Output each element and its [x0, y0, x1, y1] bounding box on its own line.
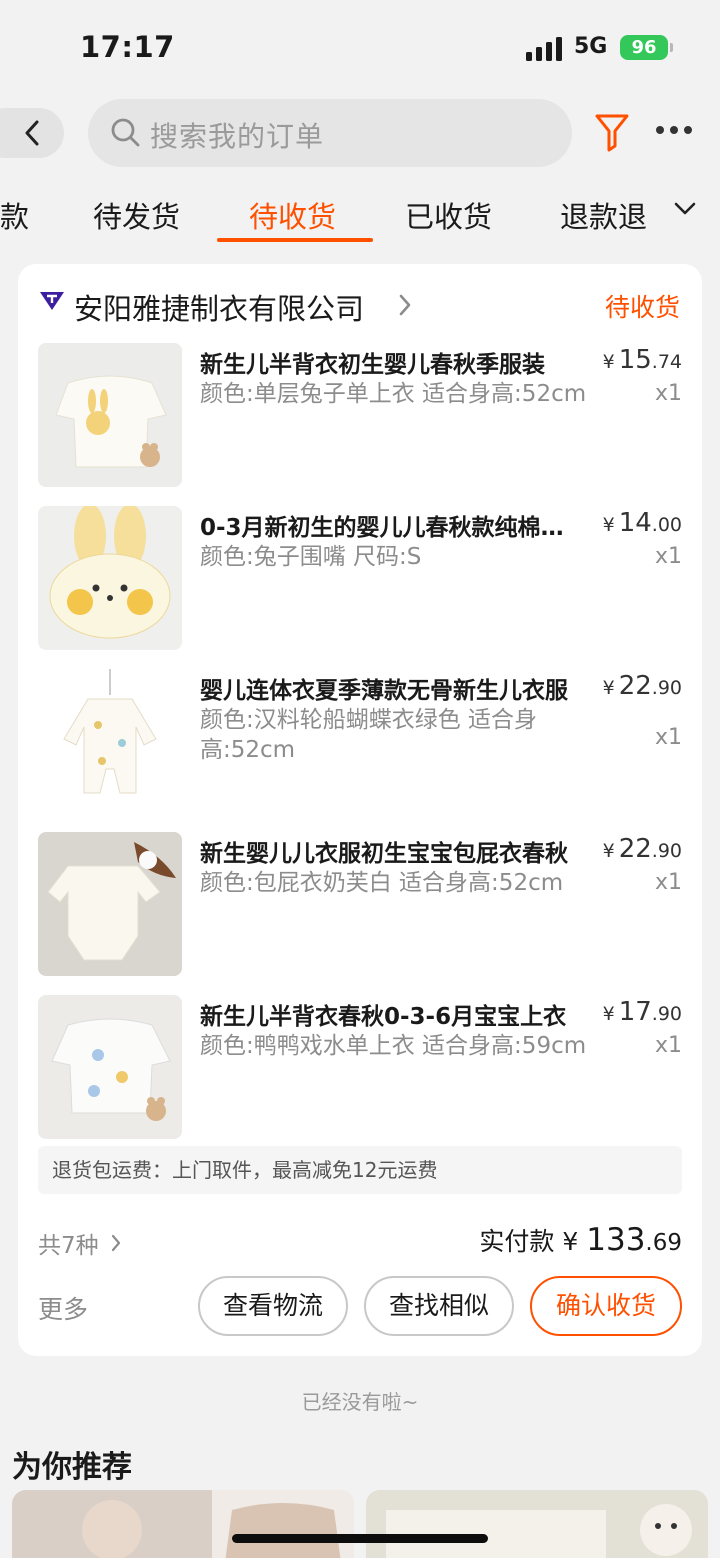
tab-refund-partial[interactable]: 款: [0, 194, 29, 236]
order-item[interactable]: 新生儿半背衣初生婴儿春秋季服装 颜色:单层兔子单上衣 适合身高:52cm ¥15…: [38, 343, 682, 488]
more-options-icon[interactable]: [656, 126, 692, 136]
tab-received[interactable]: 已收货: [405, 194, 492, 236]
shop-logo-icon: [40, 292, 64, 310]
product-title: 0-3月新初生的婴儿儿春秋款纯棉口水巾: [200, 515, 572, 541]
chevron-left-icon: [25, 120, 39, 146]
signal-icon: [526, 37, 562, 61]
product-image: [38, 669, 182, 813]
more-actions-link[interactable]: 更多: [38, 1290, 88, 1326]
confirm-receipt-button[interactable]: 确认收货: [530, 1276, 682, 1336]
battery-icon: 96: [620, 35, 668, 60]
back-button[interactable]: [0, 108, 64, 158]
product-spec: 颜色:鸭鸭戏水单上衣 适合身高:59cm: [200, 1033, 587, 1059]
find-similar-button[interactable]: 查找相似: [364, 1276, 514, 1336]
search-icon: [111, 118, 140, 147]
search-input[interactable]: 搜索我的订单: [88, 99, 572, 167]
product-title: 新生婴儿儿衣服初生宝宝包屁衣春秋: [200, 841, 568, 867]
active-tab-indicator: [217, 238, 373, 242]
product-image: [38, 832, 182, 976]
product-image: [12, 1490, 354, 1558]
product-image: [38, 506, 182, 650]
product-price: ¥22.90: [602, 671, 682, 701]
recommend-title: 为你推荐: [12, 1450, 132, 1485]
order-item[interactable]: 新生儿半背衣春秋0-3-6月宝宝上衣 颜色:鸭鸭戏水单上衣 适合身高:59cm …: [38, 995, 682, 1140]
order-tabs: 款 待发货 待收货 已收货 退款退: [0, 182, 720, 244]
product-title: 新生儿半背衣春秋0-3-6月宝宝上衣: [200, 1004, 567, 1030]
product-title: 新生儿半背衣初生婴儿春秋季服装: [200, 352, 545, 378]
product-quantity: x1: [654, 381, 682, 406]
product-price: ¥22.90: [602, 834, 682, 864]
battery-tip: [670, 43, 673, 52]
order-item[interactable]: 婴儿连体衣夏季薄款无骨新生儿衣服 颜色:汉料轮船蝴蝶衣绿色 适合身高:52cm …: [38, 669, 682, 814]
status-time: 17:17: [80, 30, 175, 64]
product-title: 婴儿连体衣夏季薄款无骨新生儿衣服: [200, 678, 568, 704]
kind-count[interactable]: 共7种: [38, 1226, 99, 1260]
product-spec: 颜色:汉料轮船蝴蝶衣绿色 适合身高:52cm: [200, 707, 538, 763]
product-spec: 颜色:兔子围嘴 尺码:S: [200, 544, 422, 570]
home-indicator: [232, 1534, 488, 1543]
product-spec: 颜色:包屁衣奶芙白 适合身高:52cm: [200, 870, 564, 896]
tab-pending-shipment[interactable]: 待发货: [93, 194, 180, 236]
chevron-right-icon[interactable]: [398, 294, 412, 316]
product-image: [38, 343, 182, 487]
product-quantity: x1: [654, 1033, 682, 1058]
search-placeholder: 搜索我的订单: [150, 120, 325, 153]
order-item[interactable]: 新生婴儿儿衣服初生宝宝包屁衣春秋 颜色:包屁衣奶芙白 适合身高:52cm ¥22…: [38, 832, 682, 977]
product-spec: 颜色:单层兔子单上衣 适合身高:52cm: [200, 381, 587, 407]
product-image: [366, 1490, 708, 1558]
product-quantity: x1: [654, 725, 682, 750]
view-logistics-button[interactable]: 查看物流: [198, 1276, 348, 1336]
chevron-right-icon: [111, 1234, 121, 1252]
order-item[interactable]: 0-3月新初生的婴儿儿春秋款纯棉口水巾 颜色:兔子围嘴 尺码:S ¥14.00 …: [38, 506, 682, 651]
order-card: 安阳雅捷制衣有限公司 待收货 新生儿半背衣初生婴儿春秋季服装 颜色:单层兔子单上…: [18, 264, 702, 1356]
product-price: ¥17.90: [602, 997, 682, 1027]
product-quantity: x1: [654, 544, 682, 569]
shop-name[interactable]: 安阳雅捷制衣有限公司: [74, 286, 364, 328]
product-price: ¥15.74: [602, 345, 682, 375]
chevron-down-icon[interactable]: [674, 202, 696, 216]
tab-refund[interactable]: 退款退: [560, 194, 647, 236]
recommend-card[interactable]: [12, 1490, 354, 1558]
total-paid: 实付款 ¥ 133.69: [479, 1222, 682, 1258]
return-shipping-note: 退货包运费：上门取件，最高减免12元运费: [38, 1146, 682, 1194]
tab-pending-receipt[interactable]: 待收货: [249, 194, 336, 236]
product-image: [38, 995, 182, 1139]
filter-icon[interactable]: [594, 112, 630, 152]
order-status: 待收货: [604, 293, 680, 322]
product-quantity: x1: [654, 870, 682, 895]
status-bar: 17:17 5G 96: [0, 0, 720, 92]
recommend-card[interactable]: [366, 1490, 708, 1558]
product-price: ¥14.00: [602, 508, 682, 538]
network-type: 5G: [574, 34, 608, 59]
end-of-list-tip: 已经没有啦~: [301, 1390, 419, 1414]
